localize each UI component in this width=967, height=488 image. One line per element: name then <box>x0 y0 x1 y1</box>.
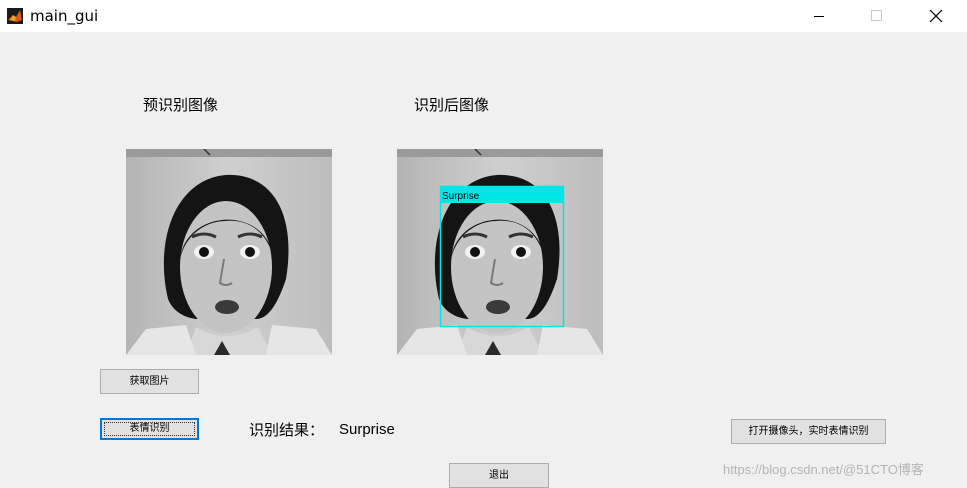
window-title: main_gui <box>30 7 99 25</box>
close-icon <box>929 9 943 23</box>
minimize-icon <box>814 16 824 17</box>
get-image-label: 获取图片 <box>129 375 170 387</box>
output-face-image: Surprise <box>397 149 603 355</box>
pre-recognition-caption: 预识别图像 <box>143 96 219 114</box>
maximize-icon <box>871 10 882 21</box>
watermark: https://blog.csdn.net/@51CTO博客 <box>723 462 924 477</box>
recognize-label: 表情识别 <box>129 423 170 434</box>
camera-recognize-button[interactable]: 打开摄像头，实时表情识别 <box>731 419 886 444</box>
camera-recognize-label: 打开摄像头，实时表情识别 <box>748 425 869 437</box>
minimize-button[interactable] <box>796 0 842 32</box>
exit-button[interactable]: 退出 <box>449 463 549 488</box>
input-face-image <box>126 149 332 355</box>
detection-label: Surprise <box>442 191 480 202</box>
matlab-icon <box>7 8 23 24</box>
result-value: Surprise <box>339 421 395 438</box>
title-bar: main_gui <box>0 0 967 32</box>
get-image-button[interactable]: 获取图片 <box>100 369 199 394</box>
exit-label: 退出 <box>489 469 509 481</box>
post-recognition-caption: 识别后图像 <box>414 96 490 114</box>
maximize-button[interactable] <box>854 0 900 32</box>
recognize-button[interactable]: 表情识别 <box>100 418 199 440</box>
result-label: 识别结果： <box>249 421 325 439</box>
close-button[interactable] <box>913 0 959 32</box>
